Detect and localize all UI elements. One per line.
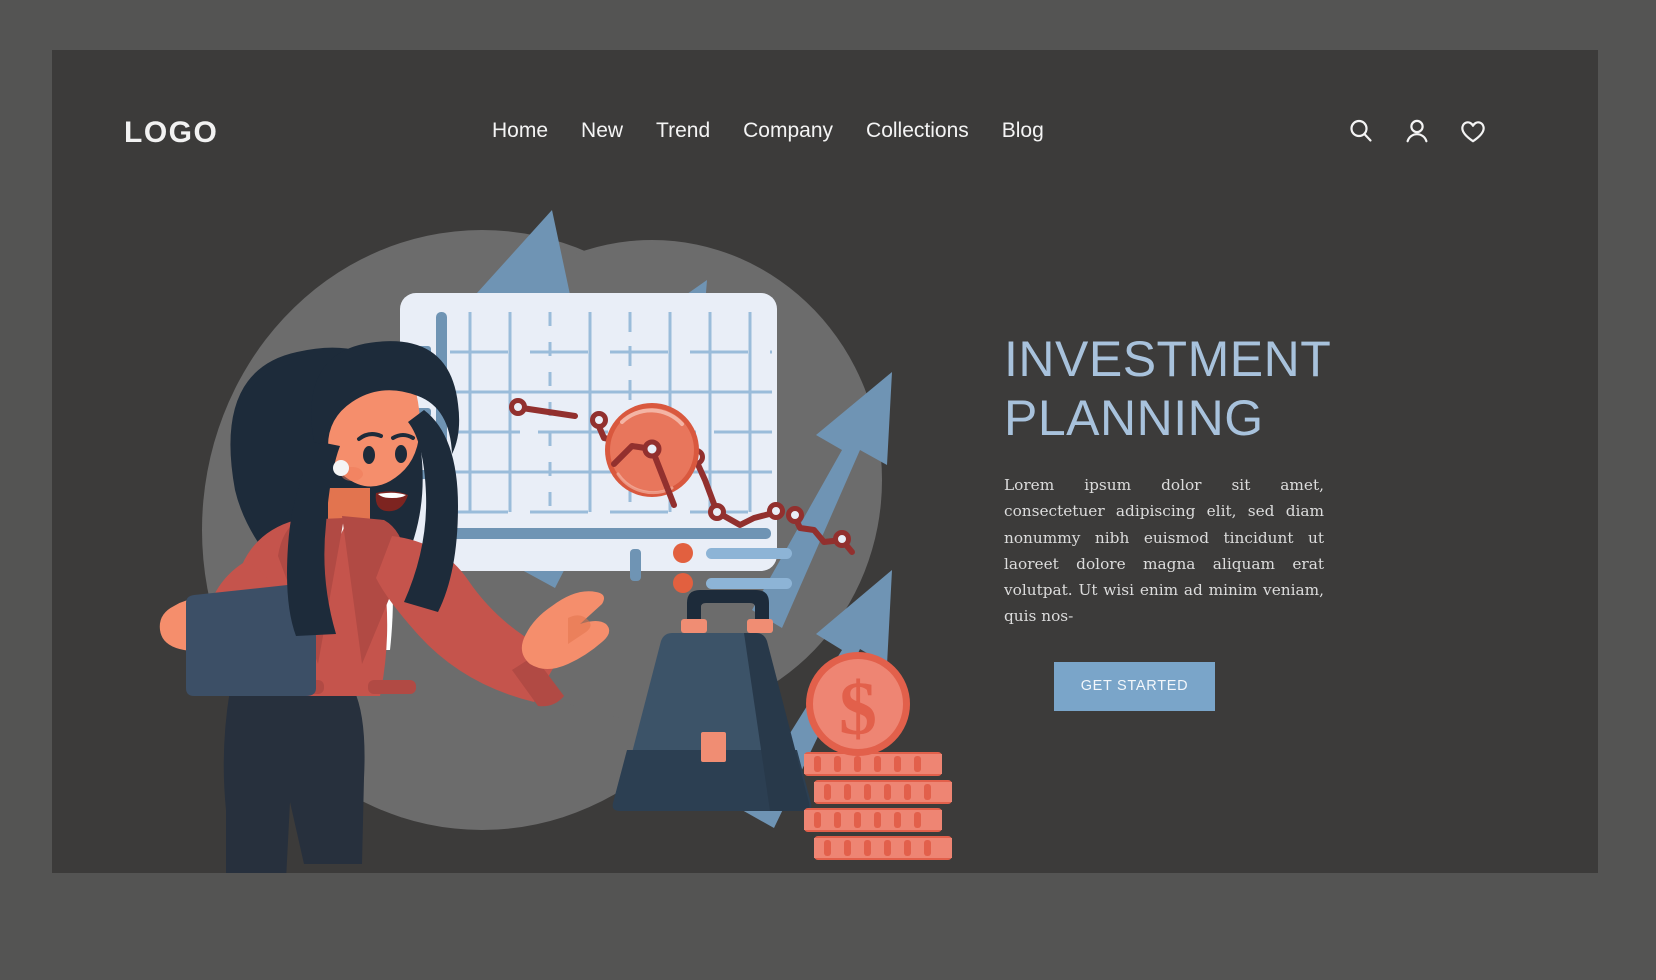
dollar-coin: $ [806, 652, 910, 756]
user-icon[interactable] [1402, 116, 1432, 146]
page-root: $ LOGO Home New Trend Company Collection… [0, 0, 1656, 980]
logo[interactable]: LOGO [124, 118, 218, 148]
chart-axes [436, 312, 771, 539]
growth-arrow-group [352, 210, 892, 828]
chart-y-ticks [409, 346, 431, 479]
nav-item-collections[interactable]: Collections [866, 120, 969, 141]
nav-item-blog[interactable]: Blog [1002, 120, 1044, 141]
hero-text-block: INVESTMENT PLANNING Lorem ipsum dolor si… [1004, 330, 1344, 711]
magnifier-lens [605, 403, 699, 508]
hero-description: Lorem ipsum dolor sit amet, consectetuer… [1004, 476, 1324, 626]
nav-item-home[interactable]: Home [492, 120, 548, 141]
chart-data-line [519, 405, 855, 555]
svg-text:$: $ [839, 667, 877, 751]
briefcase [612, 590, 812, 811]
main-navigation: Home New Trend Company Collections Blog [492, 120, 1044, 141]
coin-stack [804, 752, 952, 860]
site-header: LOGO Home New Trend Company Collections … [52, 50, 1598, 170]
growth-arrow-1 [352, 210, 575, 590]
coin-stack-rows [804, 752, 952, 860]
search-icon[interactable] [1346, 116, 1376, 146]
chart-grid [450, 312, 772, 514]
growth-arrow-3 [752, 372, 892, 628]
nav-item-new[interactable]: New [581, 120, 623, 141]
header-icon-group [1346, 116, 1488, 146]
investment-planning-illustration: $ [52, 50, 1598, 873]
chart-legend [630, 543, 792, 593]
chart-data-points [509, 398, 851, 548]
get-started-button[interactable]: GET STARTED [1054, 661, 1215, 711]
growth-arrow-4 [742, 570, 892, 828]
chart-board [400, 293, 855, 593]
growth-arrow-2 [522, 280, 707, 588]
heart-icon[interactable] [1458, 116, 1488, 146]
coin-stack-ridges [814, 756, 931, 856]
nav-item-trend[interactable]: Trend [656, 120, 710, 141]
businesswoman-figure [159, 341, 610, 873]
page-title: INVESTMENT PLANNING [1004, 331, 1332, 446]
hero-panel: $ LOGO Home New Trend Company Collection… [52, 50, 1598, 873]
background-blob [202, 230, 882, 830]
nav-item-company[interactable]: Company [743, 120, 833, 141]
